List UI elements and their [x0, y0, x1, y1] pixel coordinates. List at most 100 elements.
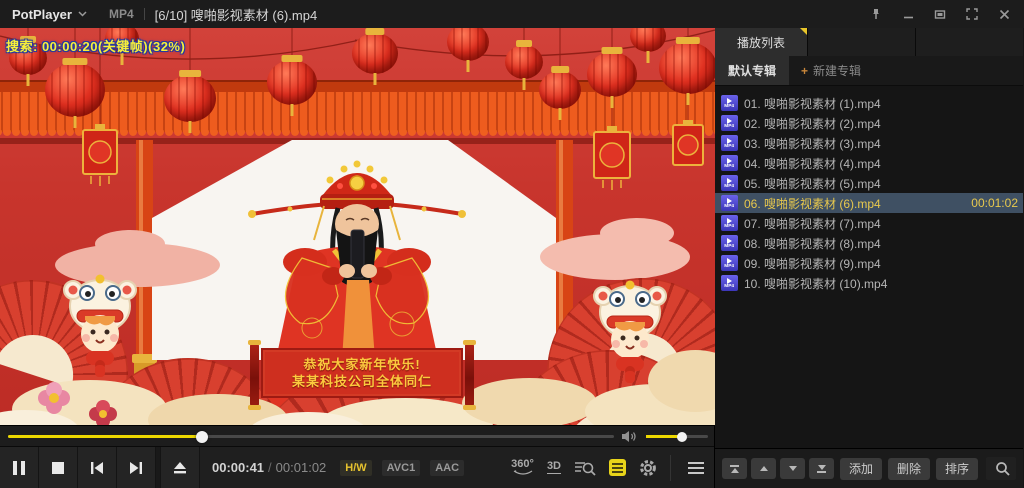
- volume-handle[interactable]: [677, 432, 687, 442]
- menu-button[interactable]: [684, 458, 708, 478]
- item-label: 01. 嗖啪影视素材 (1).mp4: [744, 95, 881, 112]
- tab-empty-1[interactable]: [807, 28, 915, 56]
- control-right-icons: 360° 3D: [511, 447, 714, 488]
- minimize-button[interactable]: [896, 4, 920, 24]
- window-controls: [864, 4, 1016, 24]
- audio-codec-badge[interactable]: AAC: [430, 460, 464, 476]
- playlist-item-4[interactable]: MP4 04. 嗖啪影视素材 (4).mp4: [715, 153, 1023, 173]
- close-button[interactable]: [992, 4, 1016, 24]
- video-360-button[interactable]: 360°: [511, 459, 534, 476]
- pin-button[interactable]: [864, 4, 888, 24]
- seek-osd-text: 搜索: 00:00:20(关键帧)(32%): [6, 36, 185, 55]
- eject-button[interactable]: [161, 447, 200, 488]
- album-tab-bar: 默认专辑 + 新建专辑: [715, 56, 1023, 86]
- mp4-file-icon: MP4: [721, 135, 738, 151]
- playlist-search-input[interactable]: [986, 457, 1016, 480]
- item-label: 02. 嗖啪影视素材 (2).mp4: [744, 115, 881, 132]
- tab-playlist[interactable]: 播放列表: [715, 28, 807, 56]
- item-label: 10. 嗖啪影视素材 (10).mp4: [744, 275, 887, 292]
- playlist-item-2[interactable]: MP4 02. 嗖啪影视素材 (2).mp4: [715, 113, 1023, 133]
- fullscreen-button[interactable]: [960, 4, 984, 24]
- total-time: 00:01:02: [276, 460, 327, 475]
- item-label: 07. 嗖啪影视素材 (7).mp4: [744, 215, 881, 232]
- playlist-tab-label: 播放列表: [737, 34, 785, 51]
- item-label: 05. 嗖啪影视素材 (5).mp4: [744, 175, 881, 192]
- playlist-item-3[interactable]: MP4 03. 嗖啪影视素材 (3).mp4: [715, 133, 1023, 153]
- pause-button[interactable]: [0, 447, 39, 488]
- pin-icon: [870, 8, 882, 20]
- time-separator: /: [268, 460, 272, 475]
- move-down-button[interactable]: [780, 458, 805, 479]
- lantern: [587, 52, 637, 97]
- player-area: 恭祝大家新年快乐! 某某科技公司全体同仁 搜索: 00:00:20(关键帧)(3…: [0, 28, 715, 488]
- titlebar: PotPlayer MP4 [6/10] 嗖啪影视素材 (6).mp4: [0, 0, 1024, 28]
- cream-cloud: [462, 378, 597, 425]
- delete-button[interactable]: 删除: [888, 458, 930, 480]
- maximize-button[interactable]: [928, 4, 952, 24]
- format-badge: MP4: [109, 7, 134, 21]
- tab-empty-2[interactable]: [915, 28, 1023, 56]
- flowers: [18, 380, 138, 425]
- stop-icon: [52, 462, 64, 474]
- playlist-items: MP4 01. 嗖啪影视素材 (1).mp4 MP4 02. 嗖啪影视素材 (2…: [715, 86, 1023, 448]
- previous-icon: [90, 461, 104, 475]
- move-bottom-button[interactable]: [809, 458, 834, 479]
- playlist-item-6-active[interactable]: MP4 06. 嗖啪影视素材 (6).mp4 00:01:02: [715, 193, 1023, 213]
- banner-body: 恭祝大家新年快乐! 某某科技公司全体同仁: [261, 348, 463, 398]
- lantern: [659, 42, 715, 94]
- playlist-item-7[interactable]: MP4 07. 嗖啪影视素材 (7).mp4: [715, 213, 1023, 233]
- playlist-item-9[interactable]: MP4 09. 嗖啪影视素材 (9).mp4: [715, 253, 1023, 273]
- video-stage[interactable]: 恭祝大家新年快乐! 某某科技公司全体同仁 搜索: 00:00:20(关键帧)(3…: [0, 28, 715, 425]
- sort-button[interactable]: 排序: [936, 458, 978, 480]
- time-display: 00:00:41 / 00:01:02 H/W AVC1 AAC: [212, 447, 464, 488]
- playlist-item-5[interactable]: MP4 05. 嗖啪影视素材 (5).mp4: [715, 173, 1023, 193]
- app-menu-button[interactable]: PotPlayer: [12, 7, 87, 22]
- rotate-arc-icon: [513, 470, 533, 476]
- mp4-file-icon: MP4: [721, 115, 738, 131]
- next-button[interactable]: [117, 447, 156, 488]
- add-button[interactable]: 添加: [840, 458, 882, 480]
- lantern: [539, 71, 581, 109]
- mp4-file-icon: MP4: [721, 95, 738, 111]
- close-icon: [999, 9, 1010, 20]
- playlist-tab-bar: 播放列表: [715, 28, 1023, 56]
- video-codec-badge[interactable]: AVC1: [382, 460, 421, 476]
- move-up-button[interactable]: [751, 458, 776, 479]
- minimize-icon: [903, 9, 914, 20]
- seek-bar[interactable]: [8, 435, 614, 438]
- stop-button[interactable]: [39, 447, 78, 488]
- greeting-banner: 恭祝大家新年快乐! 某某科技公司全体同仁: [250, 342, 474, 408]
- video-3d-button[interactable]: 3D: [547, 461, 561, 474]
- tab-default-album[interactable]: 默认专辑: [715, 56, 789, 85]
- new-album-button[interactable]: + 新建专辑: [789, 56, 873, 85]
- move-top-button[interactable]: [722, 458, 747, 479]
- maximize-icon: [934, 9, 946, 20]
- volume-icon[interactable]: [620, 429, 638, 444]
- previous-button[interactable]: [78, 447, 117, 488]
- hw-decoding-badge[interactable]: H/W: [340, 460, 371, 476]
- playlist-toggle-button[interactable]: [609, 459, 626, 476]
- new-album-label: 新建专辑: [813, 62, 861, 79]
- control-divider: [670, 455, 671, 481]
- mp4-file-icon: MP4: [721, 275, 738, 291]
- titlebar-divider: [144, 8, 145, 20]
- playlist-item-10[interactable]: MP4 10. 嗖啪影视素材 (10).mp4: [715, 273, 1023, 293]
- item-label: 09. 嗖啪影视素材 (9).mp4: [744, 255, 881, 272]
- item-duration: 00:01:02: [971, 196, 1018, 210]
- settings-gear-icon[interactable]: [639, 459, 657, 477]
- banner-rod: [250, 342, 259, 408]
- playlist-item-1[interactable]: MP4 01. 嗖啪影视素材 (1).mp4: [715, 93, 1023, 113]
- mp4-file-icon: MP4: [721, 255, 738, 271]
- pause-icon: [13, 461, 25, 475]
- volume-slider[interactable]: [646, 435, 708, 438]
- seek-handle[interactable]: [196, 431, 208, 443]
- lantern: [164, 75, 216, 122]
- scene-search-button[interactable]: [574, 460, 596, 476]
- banner-text-line2: 某某科技公司全体同仁: [292, 374, 432, 390]
- mp4-file-icon: MP4: [721, 175, 738, 191]
- current-time: 00:00:41: [212, 460, 264, 475]
- playlist-item-8[interactable]: MP4 08. 嗖啪影视素材 (8).mp4: [715, 233, 1023, 253]
- item-label: 03. 嗖啪影视素材 (3).mp4: [744, 135, 881, 152]
- lion-mascot-left: [55, 268, 145, 378]
- seek-progress: [8, 435, 202, 438]
